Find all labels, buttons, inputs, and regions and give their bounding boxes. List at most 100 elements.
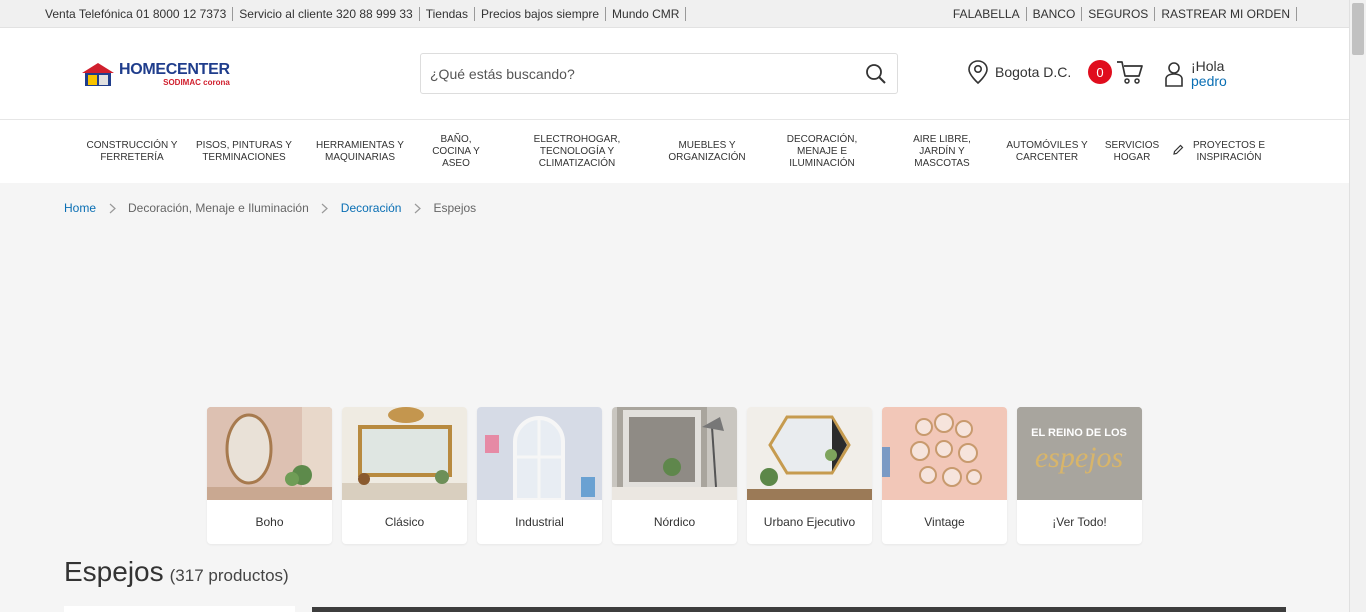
filter-panel xyxy=(64,606,295,612)
tile-classic-label: Clásico xyxy=(384,515,425,529)
tile-industrial-image xyxy=(477,407,602,500)
tile-vintage-label: Vintage xyxy=(924,515,965,529)
cart-count-badge: 0 xyxy=(1088,60,1112,84)
tile-nordic[interactable]: Nórdico xyxy=(612,407,737,544)
breadcrumb-decoration[interactable]: Decoración xyxy=(341,201,402,215)
top-utility-bar: Venta Telefónica 01 8000 12 7373 Servici… xyxy=(0,0,1349,28)
category-nav: CONSTRUCCIÓN Y FERRETERÍA PISOS, PINTURA… xyxy=(0,120,1349,183)
account-text: ¡Hola pedro xyxy=(1191,59,1227,89)
tile-vintage-image xyxy=(882,407,1007,500)
account-greeting: ¡Hola xyxy=(1191,58,1225,74)
nav-bath-kitchen[interactable]: BAÑO, COCINA Y ASEO xyxy=(426,120,486,183)
track-order-text[interactable]: RASTREAR MI ORDEN xyxy=(1161,7,1290,21)
tile-nordic-label: Nórdico xyxy=(653,515,696,529)
nav-tools[interactable]: HERRAMIENTAS Y MAQUINARIAS xyxy=(312,120,408,183)
location-selector[interactable]: Bogota D.C. xyxy=(967,58,1071,86)
nav-furniture[interactable]: MUEBLES Y ORGANIZACIÓN xyxy=(662,120,752,183)
topbar-left-links: Venta Telefónica 01 8000 12 7373 Servici… xyxy=(45,7,687,21)
pencil-icon xyxy=(1172,144,1184,160)
search-box xyxy=(420,53,898,94)
tile-vintage[interactable]: Vintage xyxy=(882,407,1007,544)
nav-outdoor[interactable]: AIRE LIBRE, JARDÍN Y MASCOTAS xyxy=(902,120,982,183)
tile-industrial[interactable]: Industrial xyxy=(477,407,602,544)
page-scrollbar[interactable] xyxy=(1349,0,1366,612)
nav-furniture-label: MUEBLES Y ORGANIZACIÓN xyxy=(668,139,746,163)
nav-appliances[interactable]: ELECTROHOGAR, TECNOLOGÍA Y CLIMATIZACIÓN xyxy=(522,120,632,183)
mundo-cmr-text[interactable]: Mundo CMR xyxy=(612,7,679,21)
tile-see-all[interactable]: EL REINO DE LOS espejos ¡Ver Todo! xyxy=(1017,407,1142,544)
homecenter-logo[interactable]: HOMECENTER SODIMAC corona xyxy=(80,60,250,88)
tile-see-all-image: EL REINO DE LOS espejos xyxy=(1017,407,1142,500)
search-icon[interactable] xyxy=(865,63,887,85)
falabella-text[interactable]: FALABELLA xyxy=(953,7,1020,21)
user-icon xyxy=(1165,62,1183,87)
site-header: HOMECENTER SODIMAC corona Bogota D.C. 0 … xyxy=(0,28,1349,120)
phone-sales-link[interactable]: Venta Telefónica 01 8000 12 7373 xyxy=(45,7,234,21)
cart-icon xyxy=(1117,61,1143,84)
scrollbar-thumb[interactable] xyxy=(1352,3,1364,55)
nav-outdoor-label: AIRE LIBRE, JARDÍN Y MASCOTAS xyxy=(913,133,971,169)
tile-boho-label: Boho xyxy=(255,515,284,529)
tile-boho-image xyxy=(207,407,332,500)
style-tiles: Boho Clásico Industrial Nórdico Urbano E… xyxy=(207,407,1152,544)
chevron-right-icon xyxy=(107,202,117,214)
house-logo-icon xyxy=(80,61,116,87)
nav-floors-paints-label: PISOS, PINTURAS Y TERMINACIONES xyxy=(196,139,292,163)
nav-projects-label: PROYECTOS E INSPIRACIÓN xyxy=(1192,139,1266,163)
breadcrumb: Home Decoración, Menaje e Iluminación De… xyxy=(64,201,476,215)
nav-home-services-label: SERVICIOS HOGAR xyxy=(1104,139,1160,163)
account-username: pedro xyxy=(1191,73,1227,89)
customer-service-text[interactable]: Servicio al cliente 320 88 999 33 xyxy=(239,7,412,21)
nav-decoration[interactable]: DECORACIÓN, MENAJE E ILUMINACIÓN xyxy=(777,120,867,183)
tile-urban-executive-label: Urbano Ejecutivo xyxy=(763,515,856,529)
falabella-link[interactable]: FALABELLA xyxy=(947,7,1027,21)
tile-urban-executive-image xyxy=(747,407,872,500)
promo-title-line2: espejos xyxy=(1035,441,1123,474)
nav-decoration-label: DECORACIÓN, MENAJE E ILUMINACIÓN xyxy=(786,133,858,169)
tile-urban-executive[interactable]: Urbano Ejecutivo xyxy=(747,407,872,544)
search-input[interactable] xyxy=(430,64,850,84)
nav-projects[interactable]: PROYECTOS E INSPIRACIÓN xyxy=(1172,120,1268,183)
tile-classic[interactable]: Clásico xyxy=(342,407,467,544)
stores-link[interactable]: Tiendas xyxy=(420,7,475,21)
account-menu[interactable]: ¡Hola pedro xyxy=(1163,57,1227,91)
seguros-text[interactable]: SEGUROS xyxy=(1088,7,1148,21)
low-prices-link[interactable]: Precios bajos siempre xyxy=(475,7,607,21)
nav-floors-paints[interactable]: PISOS, PINTURAS Y TERMINACIONES xyxy=(196,120,292,183)
page-heading: Espejos (317 productos) xyxy=(64,556,289,588)
product-count: (317 productos) xyxy=(169,566,289,585)
mundo-cmr-link[interactable]: Mundo CMR xyxy=(606,7,687,21)
cart-button[interactable]: 0 xyxy=(1088,58,1144,86)
nav-bath-kitchen-label: BAÑO, COCINA Y ASEO xyxy=(432,133,480,169)
breadcrumb-home[interactable]: Home xyxy=(64,201,96,215)
logo-brand-text: HOMECENTER xyxy=(119,60,230,78)
logo-wordmark: HOMECENTER SODIMAC corona xyxy=(119,60,230,87)
breadcrumb-current: Espejos xyxy=(433,201,477,215)
nav-automotive[interactable]: AUTOMÓVILES Y CARCENTER xyxy=(1002,120,1092,183)
nav-home-services[interactable]: SERVICIOS HOGAR xyxy=(1100,120,1164,183)
track-order-link[interactable]: RASTREAR MI ORDEN xyxy=(1155,7,1297,21)
product-banner xyxy=(312,607,1286,612)
tile-classic-image xyxy=(342,407,467,500)
customer-service-link[interactable]: Servicio al cliente 320 88 999 33 xyxy=(233,7,420,21)
logo-sub-text: SODIMAC corona xyxy=(163,77,230,87)
breadcrumb-decoration-menaje[interactable]: Decoración, Menaje e Iluminación xyxy=(128,201,309,215)
nav-tools-label: HERRAMIENTAS Y MAQUINARIAS xyxy=(316,139,404,163)
promo-title-line1: EL REINO DE LOS xyxy=(1031,427,1127,439)
chevron-right-icon xyxy=(320,202,330,214)
nav-appliances-label: ELECTROHOGAR, TECNOLOGÍA Y CLIMATIZACIÓN xyxy=(533,133,621,169)
phone-sales-text[interactable]: Venta Telefónica 01 8000 12 7373 xyxy=(45,7,226,21)
chevron-right-icon xyxy=(412,202,422,214)
low-prices-text[interactable]: Precios bajos siempre xyxy=(481,7,599,21)
stores-text[interactable]: Tiendas xyxy=(426,7,468,21)
location-label: Bogota D.C. xyxy=(995,64,1072,80)
banco-link[interactable]: BANCO xyxy=(1027,7,1083,21)
seguros-link[interactable]: SEGUROS xyxy=(1082,7,1156,21)
topbar-right-links: FALABELLA BANCO SEGUROS RASTREAR MI ORDE… xyxy=(947,7,1297,21)
nav-construction-label: CONSTRUCCIÓN Y FERRETERÍA xyxy=(86,139,178,163)
location-pin-icon xyxy=(968,60,988,85)
nav-construction[interactable]: CONSTRUCCIÓN Y FERRETERÍA xyxy=(86,120,178,183)
tile-boho[interactable]: Boho xyxy=(207,407,332,544)
banco-text[interactable]: BANCO xyxy=(1033,7,1076,21)
page-title: Espejos xyxy=(64,556,164,587)
